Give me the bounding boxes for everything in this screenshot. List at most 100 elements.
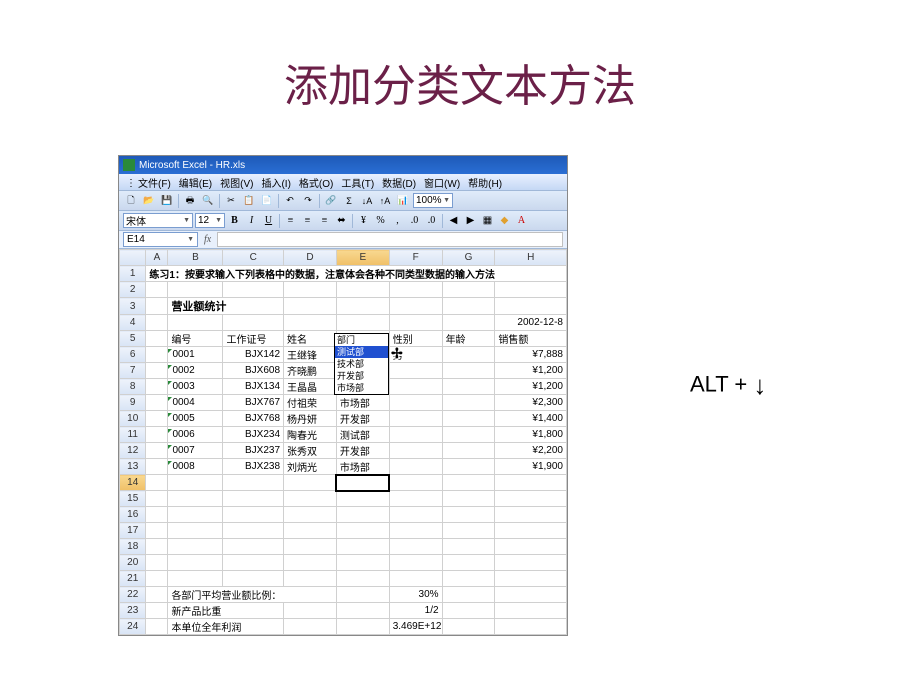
merge-icon[interactable]: ⬌	[334, 213, 349, 228]
cell[interactable]	[336, 298, 389, 315]
cell[interactable]	[146, 427, 168, 443]
cell[interactable]	[495, 491, 567, 507]
cell[interactable]	[146, 539, 168, 555]
cell[interactable]	[168, 475, 223, 491]
col-header-A[interactable]: A	[146, 250, 168, 266]
cell[interactable]: 0007	[168, 443, 223, 459]
cell[interactable]	[442, 363, 495, 379]
dec-decimal-icon[interactable]: .0	[424, 213, 439, 228]
cell[interactable]	[336, 539, 389, 555]
indent-dec-icon[interactable]: ◀	[446, 213, 461, 228]
cell[interactable]	[336, 555, 389, 571]
cell[interactable]: 测试部	[336, 427, 389, 443]
cell[interactable]: 开发部	[336, 411, 389, 427]
cell[interactable]	[146, 619, 168, 635]
cell[interactable]	[442, 443, 495, 459]
cell[interactable]: BJX608	[223, 363, 284, 379]
fx-icon[interactable]: fx	[198, 234, 217, 245]
cell[interactable]: 0001	[168, 347, 223, 363]
col-header-C[interactable]: C	[223, 250, 284, 266]
align-right-icon[interactable]: ≡	[317, 213, 332, 228]
cell[interactable]: 0005	[168, 411, 223, 427]
cell[interactable]	[389, 523, 442, 539]
cell[interactable]	[336, 523, 389, 539]
cell[interactable]	[336, 571, 389, 587]
formula-bar[interactable]	[217, 232, 563, 247]
sort-desc-icon[interactable]: ↑A	[377, 193, 393, 209]
cell[interactable]: 营业额统计	[168, 298, 284, 315]
cell[interactable]	[442, 619, 495, 635]
dropdown-item[interactable]: 部门	[335, 334, 388, 346]
cell[interactable]	[389, 427, 442, 443]
cell[interactable]	[442, 379, 495, 395]
cell[interactable]	[146, 282, 168, 298]
sum-icon[interactable]: Σ	[341, 193, 357, 209]
align-left-icon[interactable]: ≡	[283, 213, 298, 228]
cell[interactable]	[495, 603, 567, 619]
cell[interactable]	[284, 571, 337, 587]
cell[interactable]	[389, 395, 442, 411]
cell[interactable]	[389, 282, 442, 298]
cell[interactable]: ¥1,200	[495, 379, 567, 395]
cell[interactable]	[146, 315, 168, 331]
cell[interactable]	[495, 571, 567, 587]
cell[interactable]	[146, 411, 168, 427]
cell[interactable]	[442, 395, 495, 411]
currency-icon[interactable]: ¥	[356, 213, 371, 228]
indent-inc-icon[interactable]: ▶	[463, 213, 478, 228]
cell[interactable]: 0003	[168, 379, 223, 395]
cell[interactable]	[223, 555, 284, 571]
cell[interactable]: 陶春光	[284, 427, 337, 443]
sort-asc-icon[interactable]: ↓A	[359, 193, 375, 209]
cell[interactable]	[495, 587, 567, 603]
active-cell[interactable]	[336, 475, 389, 491]
cell[interactable]	[336, 587, 389, 603]
cell[interactable]	[389, 379, 442, 395]
cell[interactable]: BJX767	[223, 395, 284, 411]
menu-data[interactable]: 数据(D)	[379, 174, 419, 191]
cell[interactable]	[336, 603, 389, 619]
cell[interactable]: 王晶晶	[284, 379, 337, 395]
cell[interactable]	[168, 507, 223, 523]
row-header[interactable]: 20	[120, 555, 146, 571]
cell[interactable]: BJX234	[223, 427, 284, 443]
row-header[interactable]: 15	[120, 491, 146, 507]
row-header[interactable]: 5	[120, 331, 146, 347]
cell[interactable]	[336, 491, 389, 507]
cell[interactable]	[442, 555, 495, 571]
cell[interactable]: BJX142	[223, 347, 284, 363]
cell[interactable]: 1/2	[389, 603, 442, 619]
cell[interactable]	[495, 555, 567, 571]
col-header-F[interactable]: F	[389, 250, 442, 266]
cell[interactable]	[495, 507, 567, 523]
row-header[interactable]: 21	[120, 571, 146, 587]
cell[interactable]	[223, 282, 284, 298]
autocomplete-dropdown[interactable]: 部门 测试部 技术部 开发部 市场部	[334, 333, 389, 395]
border-icon[interactable]: ▦	[480, 213, 495, 228]
row-header[interactable]: 9	[120, 395, 146, 411]
underline-icon[interactable]: U	[261, 213, 276, 228]
cell[interactable]: ¥1,900	[495, 459, 567, 475]
row-header[interactable]: 6	[120, 347, 146, 363]
cell[interactable]	[442, 523, 495, 539]
cell[interactable]: ¥1,200	[495, 363, 567, 379]
cell[interactable]	[146, 475, 168, 491]
cell[interactable]	[146, 491, 168, 507]
row-header[interactable]: 18	[120, 539, 146, 555]
col-header-G[interactable]: G	[442, 250, 495, 266]
cell[interactable]: 工作证号	[223, 331, 284, 347]
cell[interactable]: 齐晓鹏	[284, 363, 337, 379]
col-header-E[interactable]: E	[336, 250, 389, 266]
copy-icon[interactable]: 📋	[241, 193, 257, 209]
cell[interactable]: 年龄	[442, 331, 495, 347]
cell[interactable]	[442, 427, 495, 443]
cell[interactable]	[389, 363, 442, 379]
cell[interactable]: ¥7,888	[495, 347, 567, 363]
cell[interactable]	[223, 571, 284, 587]
cell[interactable]	[223, 539, 284, 555]
cell[interactable]	[442, 491, 495, 507]
paste-icon[interactable]: 📄	[259, 193, 275, 209]
zoom-select[interactable]: 100%▼	[413, 193, 453, 208]
cell[interactable]	[284, 539, 337, 555]
cell[interactable]	[389, 539, 442, 555]
